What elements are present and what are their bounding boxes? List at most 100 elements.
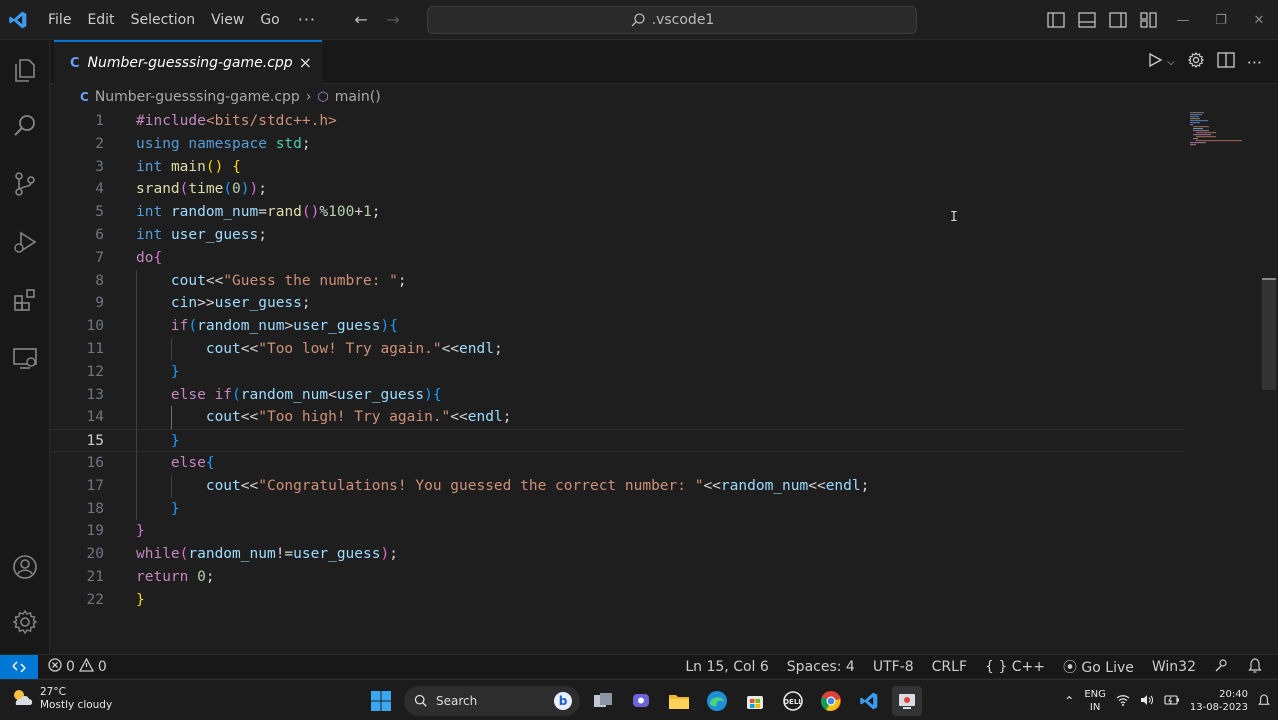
code-line[interactable]: 10 if(random_num>user_guess){ bbox=[50, 315, 1184, 338]
search-sidebar-icon[interactable] bbox=[0, 102, 50, 150]
explorer-icon[interactable] bbox=[0, 46, 50, 94]
forward-arrow-icon[interactable]: → bbox=[384, 10, 402, 29]
toggle-secondary-sidebar-icon[interactable] bbox=[1102, 0, 1133, 40]
clock-date: 13-08-2023 bbox=[1189, 702, 1248, 713]
code-line[interactable]: 21 return 0; bbox=[50, 566, 1184, 589]
more-actions-icon[interactable]: ··· bbox=[1247, 53, 1262, 72]
tab-close-icon[interactable]: × bbox=[299, 53, 312, 72]
toggle-primary-sidebar-icon[interactable] bbox=[1040, 0, 1071, 40]
input-language[interactable]: ENG IN bbox=[1084, 688, 1106, 714]
volume-icon[interactable] bbox=[1140, 694, 1154, 709]
split-editor-icon[interactable] bbox=[1217, 52, 1235, 72]
notifications-bell-icon[interactable] bbox=[1248, 657, 1262, 677]
run-dropdown-chevron-icon[interactable]: ⌵ bbox=[1167, 57, 1175, 68]
notification-center-bell-icon[interactable] bbox=[1258, 693, 1270, 710]
taskbar-search-box[interactable]: Search b bbox=[404, 686, 580, 716]
code-text: #include<bits/stdc++.h> bbox=[136, 113, 337, 129]
code-line[interactable]: 16 else{ bbox=[50, 452, 1184, 475]
remote-explorer-icon[interactable] bbox=[0, 334, 50, 382]
command-center-search[interactable]: .vscode1 bbox=[427, 6, 917, 34]
status-bar: 0 0 Ln 15, Col 6 Spaces: 4 UTF-8 CRLF { … bbox=[0, 654, 1278, 679]
encoding[interactable]: UTF-8 bbox=[873, 659, 914, 675]
accounts-icon[interactable] bbox=[0, 543, 50, 591]
menu-more-icon[interactable]: ··· bbox=[288, 10, 326, 29]
indent-guide bbox=[170, 474, 172, 498]
code-line[interactable]: 8 cout<<"Guess the numbre: "; bbox=[50, 270, 1184, 293]
code-line[interactable]: 6 int user_guess; bbox=[50, 224, 1184, 247]
battery-icon[interactable] bbox=[1164, 694, 1180, 709]
menu-go[interactable]: Go bbox=[252, 0, 287, 40]
indentation[interactable]: Spaces: 4 bbox=[787, 659, 855, 675]
feedback-icon[interactable] bbox=[1214, 657, 1230, 677]
code-line[interactable]: 1 #include<bits/stdc++.h> bbox=[50, 110, 1184, 133]
cursor-position[interactable]: Ln 15, Col 6 bbox=[685, 659, 768, 675]
vscode-taskbar-icon[interactable] bbox=[854, 686, 884, 716]
code-line[interactable]: 7 do{ bbox=[50, 247, 1184, 270]
code-text: int user_guess; bbox=[136, 227, 267, 243]
scrollbar-thumb[interactable] bbox=[1262, 280, 1276, 390]
dell-app-icon[interactable]: DELL bbox=[778, 686, 808, 716]
screen-recorder-icon[interactable] bbox=[892, 686, 922, 716]
show-hidden-icons-chevron-icon[interactable]: ⌃ bbox=[1064, 694, 1074, 708]
code-line[interactable]: 20 while(random_num!=user_guess); bbox=[50, 543, 1184, 566]
line-number: 1 bbox=[95, 113, 104, 129]
weather-widget[interactable]: 27°C Mostly cloudy bbox=[10, 686, 112, 712]
wifi-icon[interactable] bbox=[1116, 694, 1130, 709]
error-icon bbox=[48, 657, 62, 676]
line-ending[interactable]: CRLF bbox=[932, 659, 967, 675]
problems-indicator[interactable]: 0 0 bbox=[48, 657, 107, 676]
code-line[interactable]: 12 } bbox=[50, 361, 1184, 384]
run-debug-icon[interactable] bbox=[0, 218, 50, 266]
source-control-icon[interactable] bbox=[0, 160, 50, 208]
code-line[interactable]: 5 int random_num=rand()%100+1; bbox=[50, 201, 1184, 224]
go-live-label: Go Live bbox=[1081, 660, 1134, 676]
toggle-panel-icon[interactable] bbox=[1071, 0, 1102, 40]
go-live-button[interactable]: ⦿ Go Live bbox=[1063, 657, 1134, 677]
code-line[interactable]: 3 int main() { bbox=[50, 156, 1184, 179]
code-line[interactable]: 19} bbox=[50, 520, 1184, 543]
code-line[interactable]: 18 } bbox=[50, 498, 1184, 521]
settings-gear-icon[interactable] bbox=[1187, 51, 1205, 73]
task-view-icon[interactable] bbox=[588, 686, 618, 716]
code-text: } bbox=[136, 523, 145, 540]
cloudy-weather-icon bbox=[10, 687, 34, 711]
breadcrumb-file[interactable]: Number-guesssing-game.cpp bbox=[95, 89, 300, 105]
customize-layout-icon[interactable] bbox=[1133, 0, 1164, 40]
teams-chat-icon[interactable] bbox=[626, 686, 656, 716]
platform[interactable]: Win32 bbox=[1152, 659, 1196, 675]
run-file-icon[interactable] bbox=[1147, 52, 1163, 72]
manage-gear-icon[interactable] bbox=[0, 598, 50, 646]
code-line[interactable]: 22} bbox=[50, 589, 1184, 612]
menu-selection[interactable]: Selection bbox=[123, 0, 204, 40]
indent-guide bbox=[170, 406, 172, 430]
code-line[interactable]: 14 cout<<"Too high! Try again."<<endl; bbox=[50, 406, 1184, 429]
file-explorer-icon[interactable] bbox=[664, 686, 694, 716]
chrome-browser-icon[interactable] bbox=[816, 686, 846, 716]
menu-view[interactable]: View bbox=[203, 0, 252, 40]
back-arrow-icon[interactable]: ← bbox=[352, 10, 370, 29]
code-line[interactable]: 2 using namespace std; bbox=[50, 133, 1184, 156]
code-line[interactable]: 9 cin>>user_guess; bbox=[50, 292, 1184, 315]
menu-file[interactable]: File bbox=[40, 0, 79, 40]
edge-browser-icon[interactable] bbox=[702, 686, 732, 716]
code-line[interactable]: 11 cout<<"Too low! Try again."<<endl; bbox=[50, 338, 1184, 361]
code-line[interactable]: 13 else if(random_num<user_guess){ bbox=[50, 384, 1184, 407]
windows-start-icon[interactable] bbox=[366, 686, 396, 716]
system-clock[interactable]: 20:40 13-08-2023 bbox=[1190, 688, 1248, 714]
code-line[interactable]: 4 srand(time(0)); bbox=[50, 178, 1184, 201]
extensions-icon[interactable] bbox=[0, 276, 50, 324]
code-line[interactable]: 15 } bbox=[50, 429, 1184, 452]
minimap[interactable] bbox=[1186, 110, 1248, 170]
code-line[interactable]: 17 cout<<"Congratulations! You guessed t… bbox=[50, 475, 1184, 498]
menu-edit[interactable]: Edit bbox=[79, 0, 122, 40]
close-window-icon[interactable]: ✕ bbox=[1240, 0, 1278, 40]
minimize-icon[interactable]: — bbox=[1164, 0, 1202, 40]
language-mode[interactable]: { } C++ bbox=[985, 659, 1045, 675]
code-text: while(random_num!=user_guess); bbox=[136, 546, 398, 563]
microsoft-store-icon[interactable] bbox=[740, 686, 770, 716]
restore-icon[interactable]: ❐ bbox=[1202, 0, 1240, 40]
breadcrumb-symbol[interactable]: main() bbox=[335, 89, 381, 105]
remote-window-icon[interactable] bbox=[0, 654, 38, 679]
tab-number-guessing-game[interactable]: C Number-guesssing-game.cpp × bbox=[54, 40, 322, 84]
code-editor[interactable]: 1 #include<bits/stdc++.h> 2 using namespace… bbox=[50, 110, 1278, 654]
